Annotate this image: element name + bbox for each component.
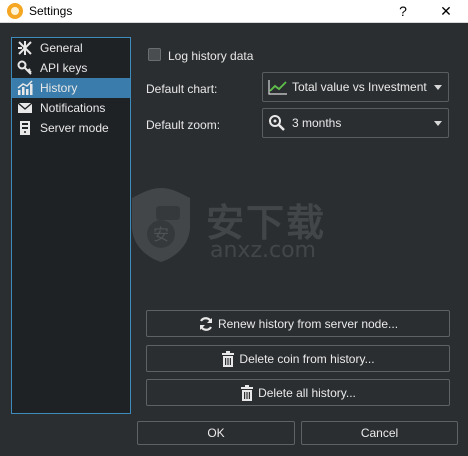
- default-chart-select[interactable]: Total value vs Investment: [262, 72, 449, 102]
- sidebar-item-general[interactable]: General: [12, 38, 130, 58]
- default-chart-label: Default chart:: [146, 82, 218, 96]
- key-icon: [16, 60, 34, 76]
- renew-history-button[interactable]: Renew history from server node...: [146, 310, 450, 337]
- watermark-sub: anxz.com: [210, 238, 316, 263]
- default-zoom-select[interactable]: 3 months: [262, 108, 449, 138]
- sidebar-item-label: Notifications: [40, 101, 106, 115]
- line-chart-icon: [268, 78, 288, 96]
- zoom-icon: [268, 114, 288, 132]
- help-button[interactable]: ?: [394, 1, 412, 21]
- ok-button[interactable]: OK: [137, 421, 295, 445]
- tools-icon: [16, 40, 34, 56]
- default-zoom-value: 3 months: [292, 116, 342, 130]
- trash-icon: [221, 350, 235, 367]
- sidebar-item-notifications[interactable]: Notifications: [12, 98, 130, 118]
- title-bar: Settings ? ✕: [0, 0, 468, 23]
- trash-icon: [240, 384, 254, 401]
- sidebar-item-server-mode[interactable]: Server mode: [12, 118, 130, 138]
- delete-coin-button[interactable]: Delete coin from history...: [146, 345, 450, 372]
- sidebar-item-label: API keys: [40, 61, 88, 75]
- refresh-icon: [198, 316, 214, 332]
- log-history-label: Log history data: [168, 49, 254, 63]
- chart-icon: [16, 80, 34, 96]
- delete-all-history-label: Delete all history...: [258, 385, 356, 400]
- default-chart-value: Total value vs Investment: [292, 80, 427, 94]
- close-button[interactable]: ✕: [436, 1, 456, 21]
- chevron-down-icon: [434, 121, 442, 126]
- renew-history-label: Renew history from server node...: [217, 316, 399, 331]
- default-zoom-label: Default zoom:: [146, 118, 221, 132]
- sidebar-item-label: Server mode: [40, 121, 109, 135]
- shield-watermark-icon: 安: [132, 188, 190, 262]
- chevron-down-icon: [434, 85, 442, 90]
- server-icon: [16, 120, 34, 136]
- watermark-badge: 安: [153, 225, 169, 244]
- delete-all-history-button[interactable]: Delete all history...: [146, 379, 450, 406]
- envelope-icon: [16, 100, 34, 116]
- sidebar-item-label: General: [40, 41, 83, 55]
- sidebar-item-history[interactable]: History: [12, 78, 130, 98]
- watermark: 安 安下载 anxz.com: [128, 186, 348, 266]
- delete-coin-label: Delete coin from history...: [239, 351, 375, 366]
- sidebar-item-api-keys[interactable]: API keys: [12, 58, 130, 78]
- window-title: Settings: [29, 4, 73, 18]
- settings-sidebar: General API keys History Notifications S…: [11, 37, 131, 414]
- app-icon: [7, 3, 23, 19]
- sidebar-item-label: History: [40, 81, 78, 95]
- log-history-checkbox[interactable]: [148, 48, 161, 61]
- cancel-button[interactable]: Cancel: [301, 421, 458, 445]
